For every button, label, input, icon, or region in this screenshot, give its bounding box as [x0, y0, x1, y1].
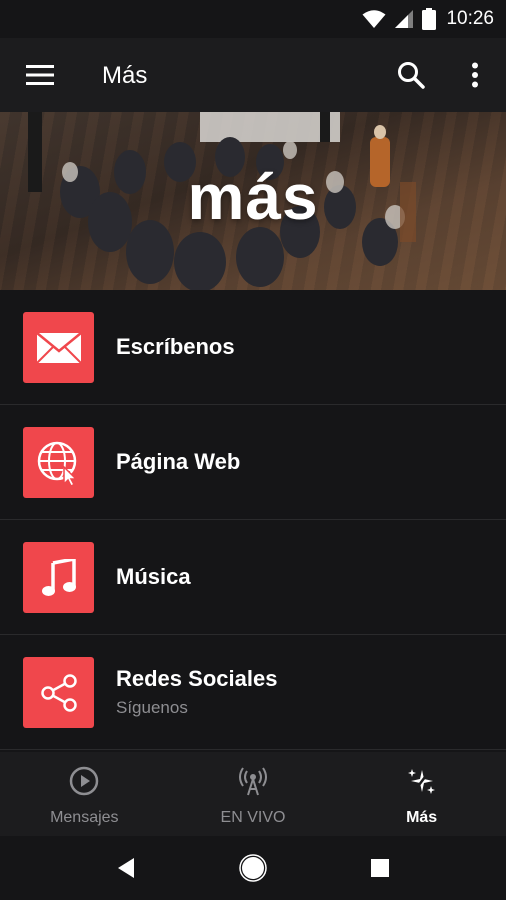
share-icon — [23, 657, 94, 728]
search-icon[interactable] — [394, 58, 428, 92]
mail-icon — [23, 312, 94, 383]
nav-item-mas[interactable]: Más — [337, 752, 506, 836]
banner-image: más — [0, 112, 506, 290]
app-root: 10:26 Más más Escríbenos Página Web Músi… — [0, 0, 506, 900]
status-bar: 10:26 — [0, 0, 506, 38]
sparkle-icon — [407, 766, 437, 801]
list-item-texts: Redes Sociales Síguenos — [116, 666, 277, 718]
list-item-texts: Música — [116, 564, 191, 590]
list-item-musica[interactable]: Música — [0, 520, 506, 635]
list-item-sublabel: Síguenos — [116, 698, 188, 717]
toolbar: Más — [0, 38, 506, 112]
more-vertical-icon[interactable] — [462, 58, 488, 92]
nav-label: Más — [406, 809, 438, 826]
nav-item-mensajes[interactable]: Mensajes — [0, 752, 169, 836]
status-time: 10:26 — [446, 8, 494, 29]
wifi-icon — [362, 9, 386, 29]
list-item-label: Página Web — [116, 449, 241, 474]
menu-list: Escríbenos Página Web Música Redes Socia… — [0, 290, 506, 750]
bottom-nav: Mensajes EN VIVO Más — [0, 752, 506, 836]
list-item-redes-sociales[interactable]: Redes Sociales Síguenos — [0, 635, 506, 750]
list-item-texts: Página Web — [116, 449, 240, 475]
music-note-icon — [23, 542, 94, 613]
nav-label: EN VIVO — [220, 809, 286, 826]
globe-cursor-icon — [23, 427, 94, 498]
nav-item-en-vivo[interactable]: EN VIVO — [169, 752, 338, 836]
recents-icon[interactable] — [364, 852, 396, 884]
menu-icon[interactable] — [22, 60, 58, 90]
home-icon[interactable] — [237, 852, 269, 884]
list-item-label: Redes Sociales — [116, 666, 278, 691]
cell-signal-icon — [394, 9, 414, 29]
nav-label: Mensajes — [50, 809, 119, 826]
broadcast-icon — [238, 766, 268, 801]
page-title: Más — [102, 62, 148, 89]
battery-icon — [422, 8, 437, 30]
list-item-escribenos[interactable]: Escríbenos — [0, 290, 506, 405]
list-item-label: Escríbenos — [116, 334, 235, 359]
list-item-label: Música — [116, 564, 191, 589]
back-icon[interactable] — [110, 852, 142, 884]
banner-title: más — [187, 161, 319, 233]
list-item-pagina-web[interactable]: Página Web — [0, 405, 506, 520]
list-item-texts: Escríbenos — [116, 334, 235, 360]
system-nav-bar — [0, 836, 506, 900]
play-circle-icon — [69, 766, 99, 801]
